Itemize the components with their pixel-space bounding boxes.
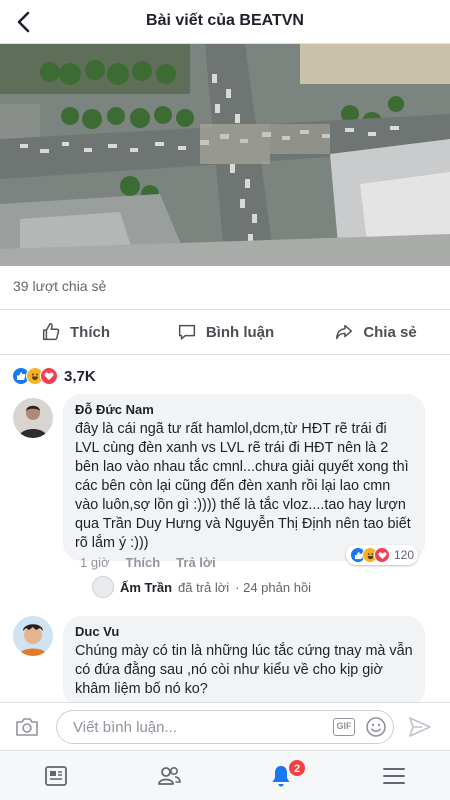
post-photo[interactable] <box>0 44 450 266</box>
love-reaction-icon <box>374 547 390 563</box>
comment-button[interactable]: Bình luận <box>150 310 300 354</box>
share-button[interactable]: Chia sẻ <box>300 310 450 354</box>
comment-like-link[interactable]: Thích <box>126 555 161 570</box>
tab-menu[interactable] <box>338 751 450 800</box>
share-count[interactable]: 39 lượt chia sẻ <box>13 278 106 294</box>
comment-bubble[interactable]: Đỗ Đức Nam đây là cái ngã tư rất hamlol,… <box>63 394 425 561</box>
bottom-tab-bar: 2 <box>0 750 450 800</box>
reply-author: Ấm Trần <box>120 579 173 595</box>
tab-news-feed[interactable] <box>0 751 113 800</box>
commenter-avatar-image <box>13 616 53 656</box>
avatar[interactable] <box>13 616 53 656</box>
gif-button[interactable]: GIF <box>333 718 355 736</box>
menu-icon <box>382 767 405 784</box>
camera-icon[interactable] <box>14 715 40 739</box>
reply-avatar <box>92 576 114 598</box>
page-title: Bài viết của BEATVN <box>146 12 304 29</box>
comment-time: 1 giờ <box>80 555 110 570</box>
post-reaction-summary[interactable]: 3,7K <box>12 366 96 386</box>
like-label: Thích <box>70 323 110 341</box>
comment-meta: 1 giờ Thích Trả lời <box>80 555 216 570</box>
reply-preview[interactable]: Ấm Trần đã trả lời · 24 phản hồi <box>92 576 311 598</box>
comment-input-placeholder: Viết bình luận... <box>73 719 177 736</box>
like-button[interactable]: Thích <box>0 310 150 354</box>
comment-label: Bình luận <box>205 323 275 341</box>
divider <box>0 354 450 355</box>
comment-bubble[interactable]: Duc Vu Chúng mày có tin là những lúc tắc… <box>63 616 425 707</box>
emoji-icon[interactable] <box>365 716 387 738</box>
post-actions: Thích Bình luận Chia sẻ <box>0 310 450 354</box>
avatar[interactable] <box>13 398 53 438</box>
friends-icon <box>157 766 181 785</box>
comment-bubble-icon <box>178 324 195 340</box>
comment-author[interactable]: Duc Vu <box>75 624 413 639</box>
love-reaction-icon <box>40 367 58 385</box>
comment-text: đây là cái ngã tư rất hamlol,dcm,từ HĐT … <box>75 421 411 551</box>
tab-friends[interactable] <box>113 751 226 800</box>
share-arrow-icon <box>336 324 353 340</box>
comment-composer: Viết bình luận... GIF <box>0 702 450 750</box>
comment-reaction-summary[interactable]: 120 <box>346 545 419 565</box>
top-bar: Bài viết của BEATVN <box>0 0 450 44</box>
reply-action: đã trả lời <box>178 579 230 595</box>
send-icon[interactable] <box>408 716 432 738</box>
share-label: Chia sẻ <box>363 323 417 341</box>
comment-reply-link[interactable]: Trả lời <box>176 555 216 570</box>
news-feed-icon <box>45 765 68 786</box>
thumbs-up-icon <box>42 323 60 341</box>
comment-input[interactable]: Viết bình luận... GIF <box>56 710 394 744</box>
traffic-intersection-image <box>0 44 450 266</box>
comment-author[interactable]: Đỗ Đức Nam <box>75 402 413 417</box>
comment-reaction-count: 120 <box>394 548 415 562</box>
tab-notifications[interactable]: 2 <box>225 751 338 800</box>
post-reaction-count: 3,7K <box>64 367 96 385</box>
notification-badge: 2 <box>288 759 306 777</box>
reply-count: · 24 phản hồi <box>235 579 312 595</box>
comment-text: Chúng mày có tin là những lúc tắc cứng t… <box>75 643 413 697</box>
commenter-avatar-image <box>13 398 53 438</box>
